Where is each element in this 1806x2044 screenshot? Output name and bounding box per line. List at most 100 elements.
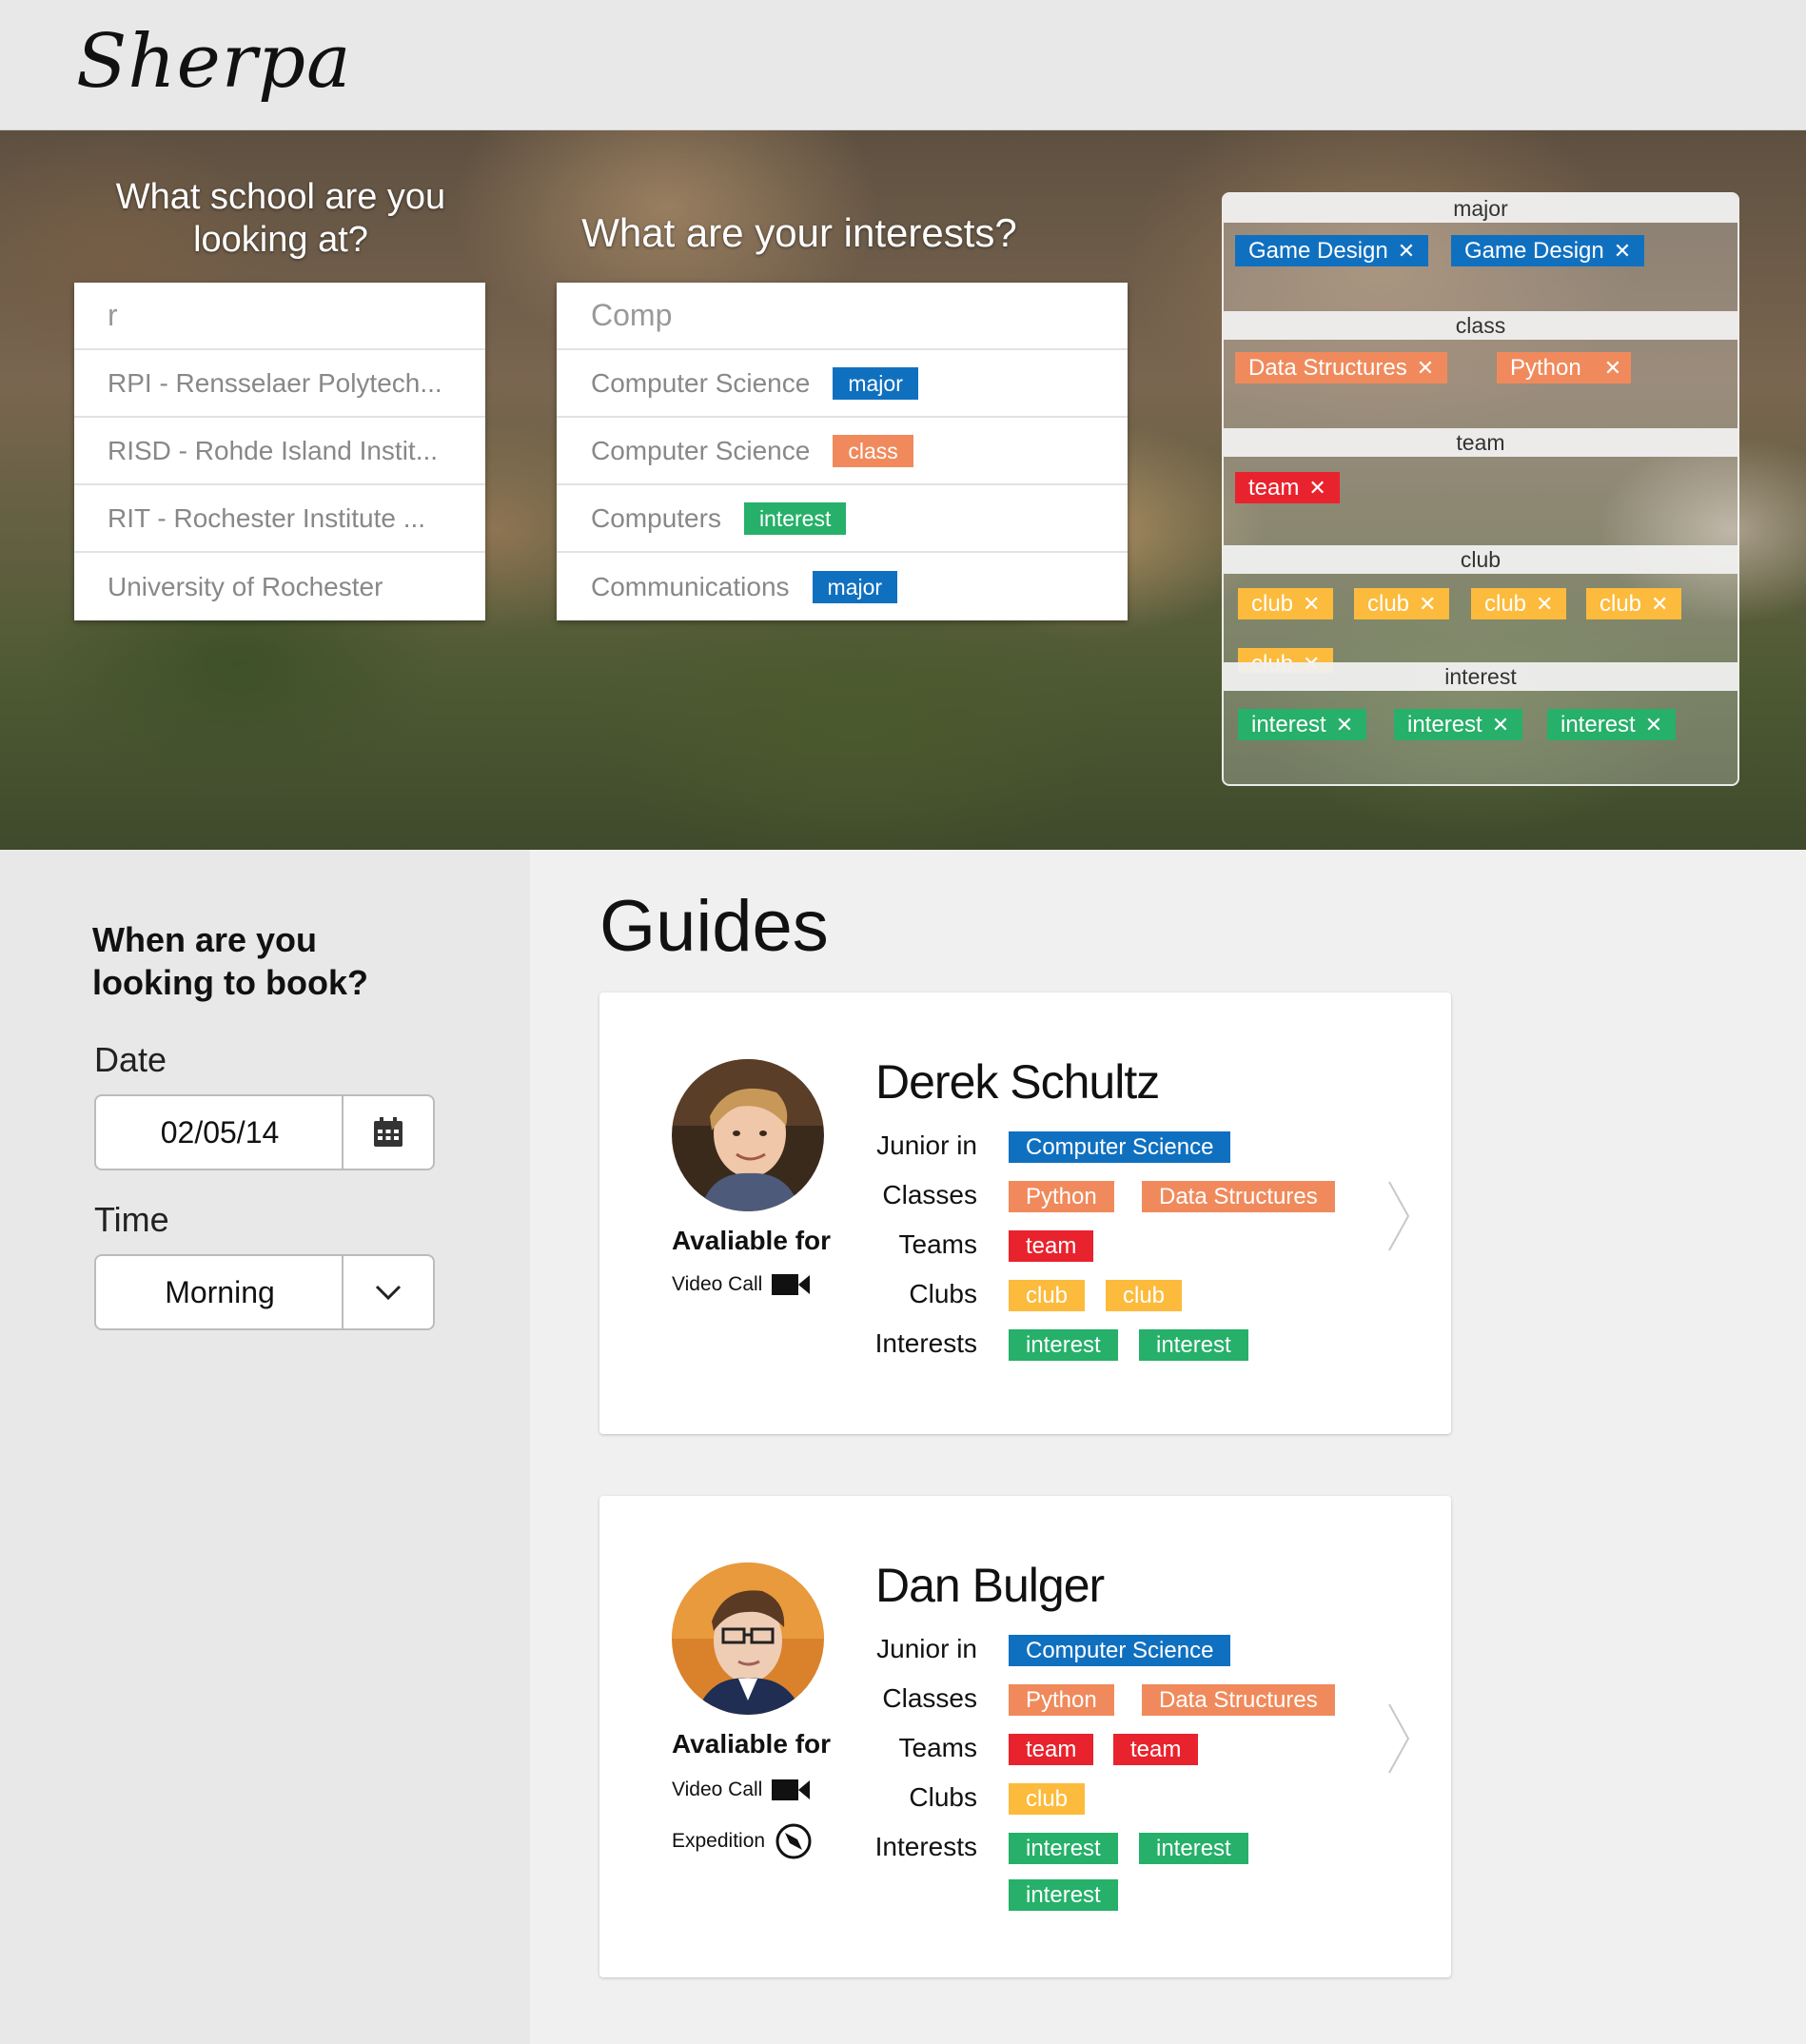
school-result[interactable]: RPI - Rensselaer Polytech... (74, 350, 485, 418)
selected-club-tag[interactable]: club✕ (1238, 588, 1334, 619)
remove-icon[interactable]: ✕ (1651, 592, 1668, 616)
major-section-header: major (1224, 194, 1737, 223)
availability-item: Expedition (672, 1822, 813, 1860)
clubs-label: Clubs (909, 1782, 977, 1812)
remove-icon[interactable]: ✕ (1419, 592, 1436, 616)
school-result[interactable]: RIT - Rochester Institute ... (74, 485, 485, 553)
remove-icon[interactable]: ✕ (1308, 476, 1325, 500)
chevron-right-icon[interactable] (1385, 1700, 1414, 1777)
avatar (672, 1059, 824, 1211)
logo[interactable]: Sherpa (76, 19, 352, 105)
remove-icon[interactable]: ✕ (1614, 239, 1631, 263)
class-tag: Python (1009, 1181, 1114, 1212)
guide-card[interactable]: Avaliable for Video Call Expedition Dan … (599, 1496, 1451, 1977)
top-bar: Sherpa (0, 0, 1806, 130)
time-select[interactable]: Morning (94, 1254, 435, 1330)
major-tag: Computer Science (1009, 1131, 1231, 1163)
selected-major-tag[interactable]: Game Design ✕ (1235, 235, 1429, 266)
hero-section: What school are you looking at? What are… (0, 130, 1806, 850)
avatar (672, 1562, 824, 1715)
remove-icon[interactable]: ✕ (1303, 592, 1320, 616)
interest-result[interactable]: Computer Science major (557, 350, 1128, 418)
year-label: Junior in (876, 1634, 977, 1663)
remove-icon[interactable]: ✕ (1398, 239, 1415, 263)
guides-title: Guides (599, 886, 829, 967)
compass-icon (775, 1823, 812, 1859)
interest-autocomplete: Comp Computer Science major Computer Sci… (557, 283, 1128, 620)
video-camera-icon (772, 1274, 811, 1295)
guide-card[interactable]: Avaliable for Video Call Derek Schultz J… (599, 993, 1451, 1434)
club-section-header: club (1224, 545, 1737, 574)
major-tag: major (812, 570, 898, 603)
remove-icon[interactable]: ✕ (1645, 713, 1662, 737)
selected-interest-tag[interactable]: interest ✕ (1238, 709, 1367, 740)
selected-team-tag[interactable]: team ✕ (1235, 472, 1340, 503)
interest-search-input[interactable]: Comp (557, 283, 1128, 350)
class-tag: Python (1009, 1684, 1114, 1716)
date-input[interactable]: 02/05/14 (96, 1096, 344, 1169)
video-camera-icon (772, 1779, 811, 1800)
major-tag: major (833, 366, 918, 400)
class-section-header: class (1224, 311, 1737, 340)
teams-label: Teams (898, 1229, 977, 1259)
chevron-right-icon[interactable] (1385, 1178, 1414, 1254)
class-tag: Data Structures (1142, 1684, 1335, 1716)
selected-class-tag[interactable]: Data Structures ✕ (1235, 352, 1448, 383)
selected-club-tag[interactable]: club✕ (1354, 588, 1450, 619)
interest-result-label: Computers (591, 502, 721, 533)
selected-club-tag[interactable]: club✕ (1586, 588, 1682, 619)
school-result[interactable]: University of Rochester (74, 553, 485, 620)
club-tag: club (1106, 1280, 1183, 1311)
selected-interest-tag[interactable]: interest ✕ (1394, 709, 1523, 740)
interest-result[interactable]: Computer Science class (557, 418, 1128, 485)
school-result[interactable]: RISD - Rohde Island Instit... (74, 418, 485, 485)
selected-tags-panel: major Game Design ✕ Game Design ✕ class Da… (1222, 192, 1739, 786)
major-tag: Computer Science (1009, 1635, 1231, 1666)
interests-label: Interests (874, 1328, 977, 1358)
team-tag: team (1009, 1230, 1094, 1262)
remove-icon[interactable]: ✕ (1536, 592, 1553, 616)
remove-icon[interactable]: ✕ (1336, 713, 1353, 737)
team-tag: team (1009, 1734, 1094, 1765)
remove-icon[interactable]: ✕ (1492, 713, 1509, 737)
selected-interest-tag[interactable]: interest ✕ (1547, 709, 1677, 740)
clubs-label: Clubs (909, 1279, 977, 1308)
interest-tag: interest (1009, 1833, 1118, 1864)
interest-result[interactable]: Communications major (557, 553, 1128, 620)
calendar-button[interactable] (342, 1096, 433, 1169)
availability-item: Video Call (672, 1273, 811, 1296)
interest-result-label: Computer Science (591, 367, 811, 398)
club-tag: club (1009, 1280, 1086, 1311)
selected-club-tag[interactable]: club✕ (1471, 588, 1567, 619)
class-tag: Data Structures (1142, 1181, 1335, 1212)
guide-name[interactable]: Dan Bulger (875, 1558, 1105, 1613)
date-field[interactable]: 02/05/14 (94, 1094, 435, 1170)
team-section-header: team (1224, 428, 1737, 457)
selected-class-tag[interactable]: Python ✕ (1497, 352, 1632, 383)
guide-name[interactable]: Derek Schultz (875, 1054, 1160, 1110)
interest-result-label: Computer Science (591, 435, 811, 465)
availability-label: Avaliable for (672, 1729, 832, 1759)
remove-icon[interactable]: ✕ (1417, 356, 1434, 380)
booking-title: When are you looking to book? (92, 920, 368, 1002)
selected-major-tag[interactable]: Game Design ✕ (1451, 235, 1645, 266)
booking-panel: When are you looking to book? Date 02/05… (0, 850, 530, 2044)
date-label: Date (94, 1040, 167, 1079)
interest-tag: interest (1139, 1329, 1248, 1361)
classes-label: Classes (882, 1683, 977, 1713)
classes-label: Classes (882, 1180, 977, 1209)
interest-result[interactable]: Computers interest (557, 485, 1128, 553)
time-value[interactable]: Morning (96, 1256, 344, 1328)
school-search-input[interactable]: r (74, 283, 485, 350)
remove-icon[interactable]: ✕ (1604, 356, 1621, 380)
time-dropdown-button[interactable] (342, 1256, 433, 1328)
school-autocomplete: r RPI - Rensselaer Polytech... RISD - Ro… (74, 283, 485, 620)
club-tag: club (1009, 1783, 1086, 1815)
interest-tag: interest (1009, 1879, 1118, 1911)
interest-tag: interest (1009, 1329, 1118, 1361)
teams-label: Teams (898, 1733, 977, 1762)
interest-result-label: Communications (591, 571, 790, 601)
time-label: Time (94, 1200, 169, 1239)
team-tag: team (1113, 1734, 1199, 1765)
calendar-icon (374, 1117, 402, 1147)
